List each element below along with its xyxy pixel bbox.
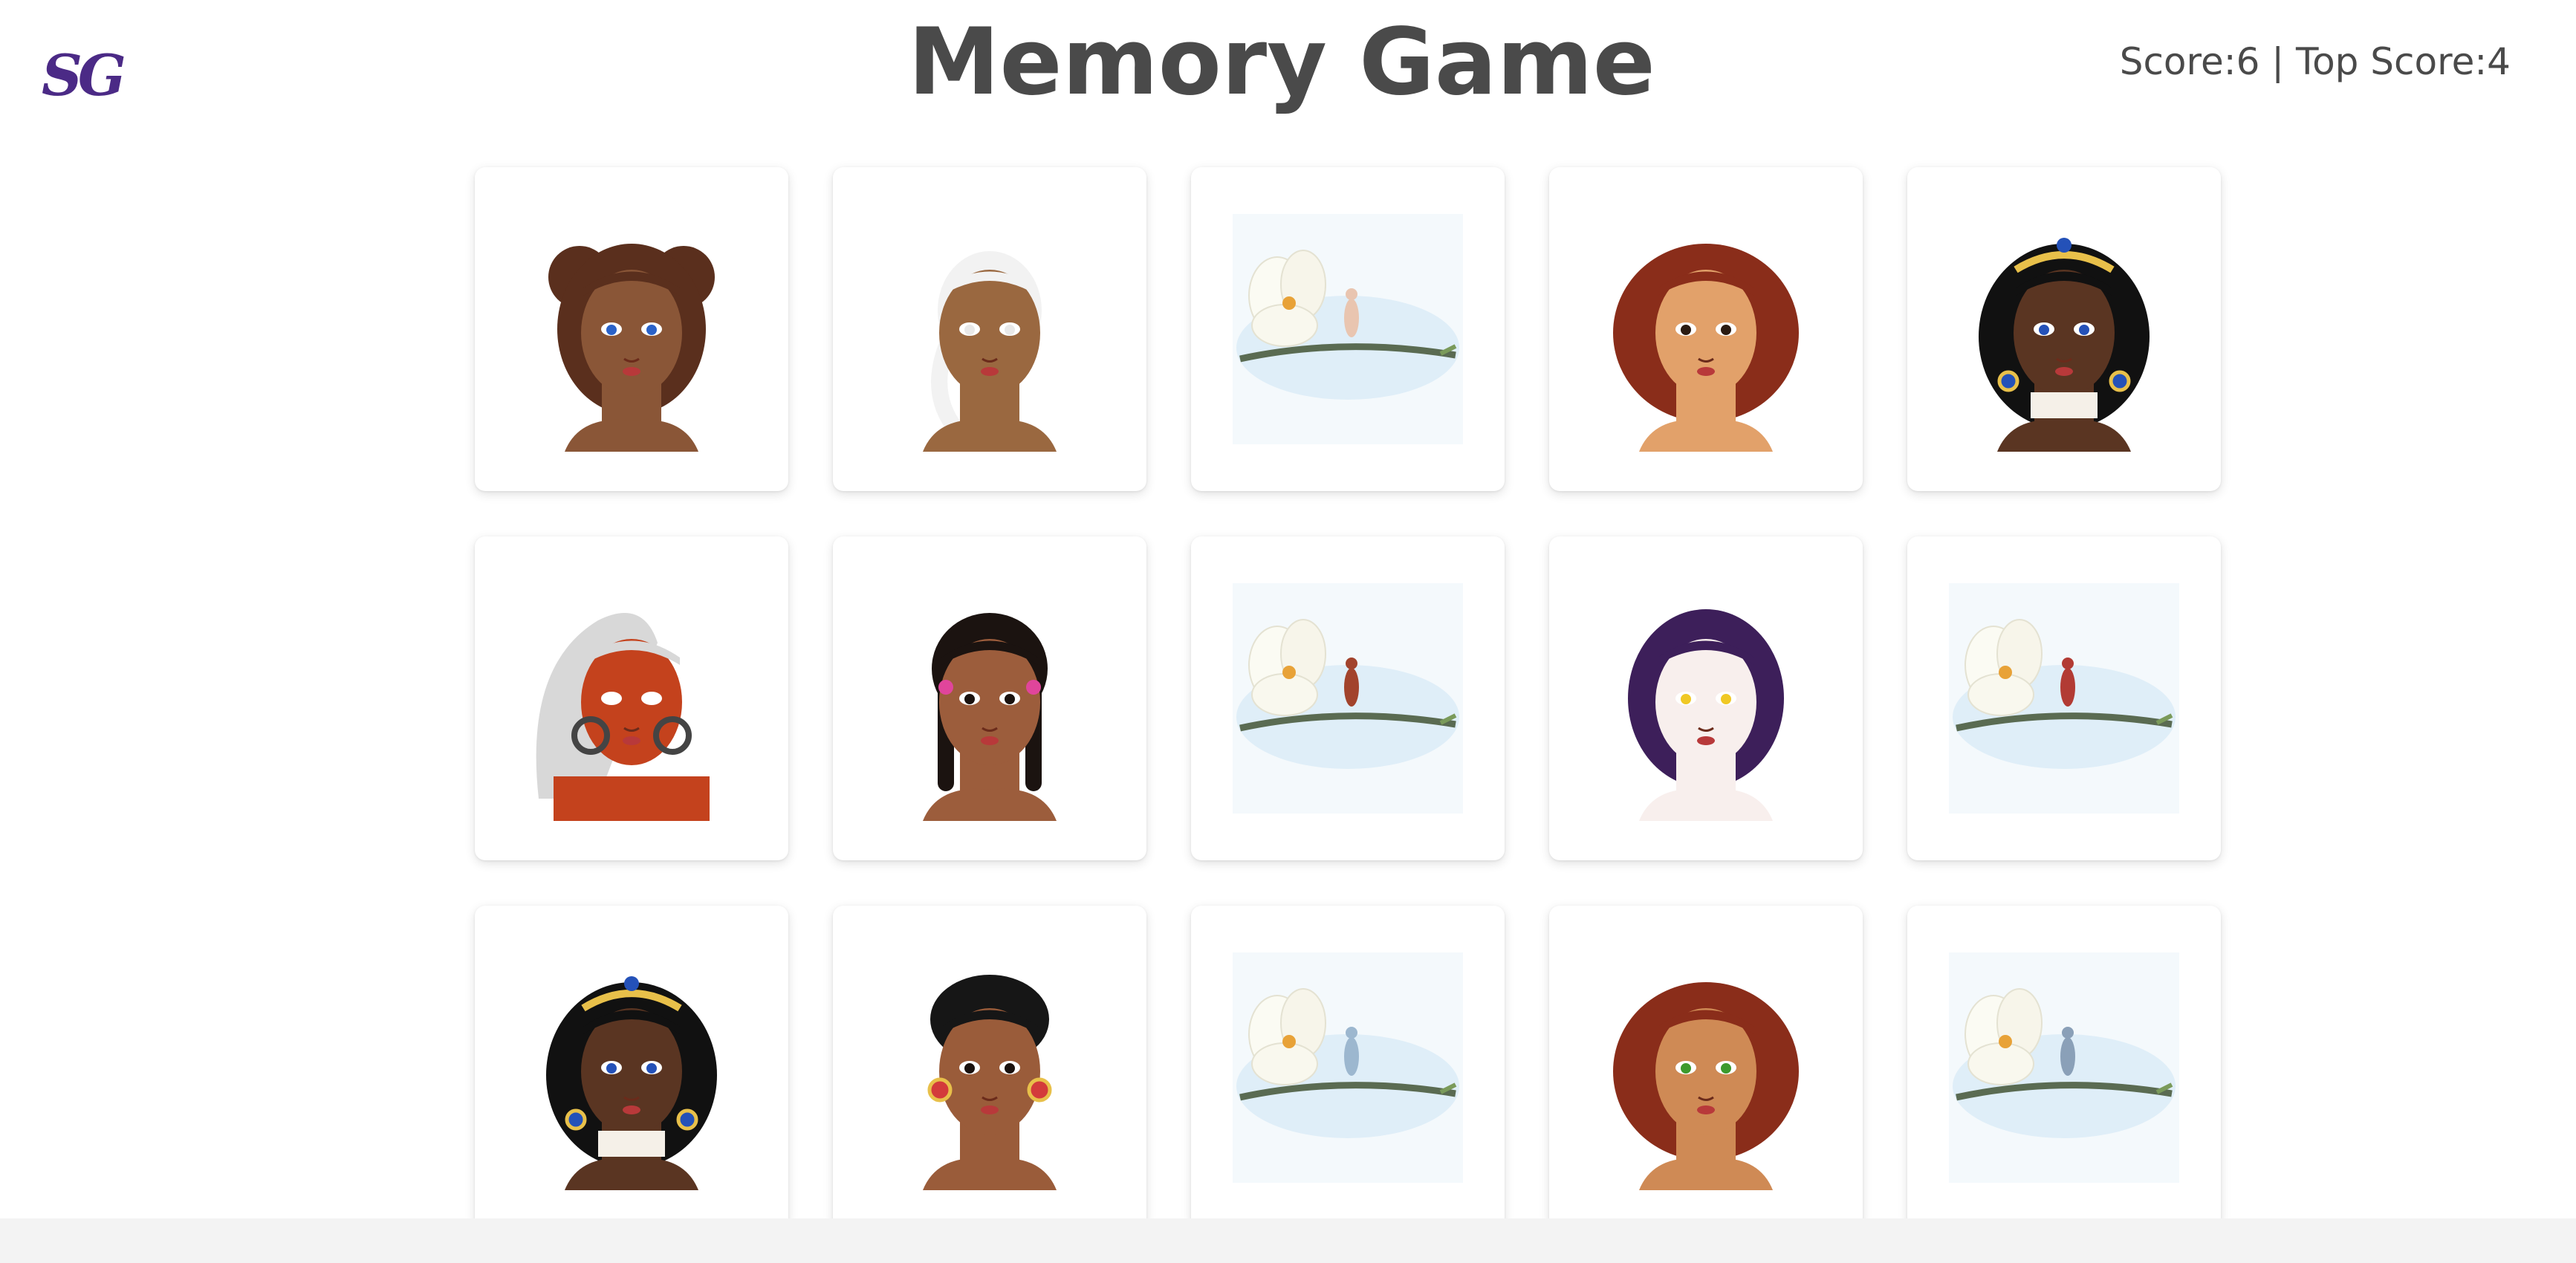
memory-card[interactable]: [833, 906, 1146, 1230]
memory-card[interactable]: [1191, 167, 1505, 491]
header: SG Memory Game Score:6 | Top Score:4: [0, 0, 2576, 156]
memory-card[interactable]: [475, 167, 788, 491]
memory-card[interactable]: [1549, 167, 1863, 491]
memory-card[interactable]: [1549, 536, 1863, 860]
memory-card[interactable]: [1549, 906, 1863, 1230]
memory-card[interactable]: [833, 536, 1146, 860]
memory-card[interactable]: [1907, 906, 2221, 1230]
score-display: Score:6 | Top Score:4: [2119, 40, 2511, 83]
memory-card[interactable]: [475, 536, 788, 860]
memory-card[interactable]: [475, 906, 788, 1230]
memory-card[interactable]: [1907, 167, 2221, 491]
memory-card[interactable]: [1191, 536, 1505, 860]
footer-bar: [0, 1218, 2576, 1263]
memory-card[interactable]: [1907, 536, 2221, 860]
card-grid: [475, 167, 2222, 1230]
memory-card[interactable]: [1191, 906, 1505, 1230]
memory-card[interactable]: [833, 167, 1146, 491]
